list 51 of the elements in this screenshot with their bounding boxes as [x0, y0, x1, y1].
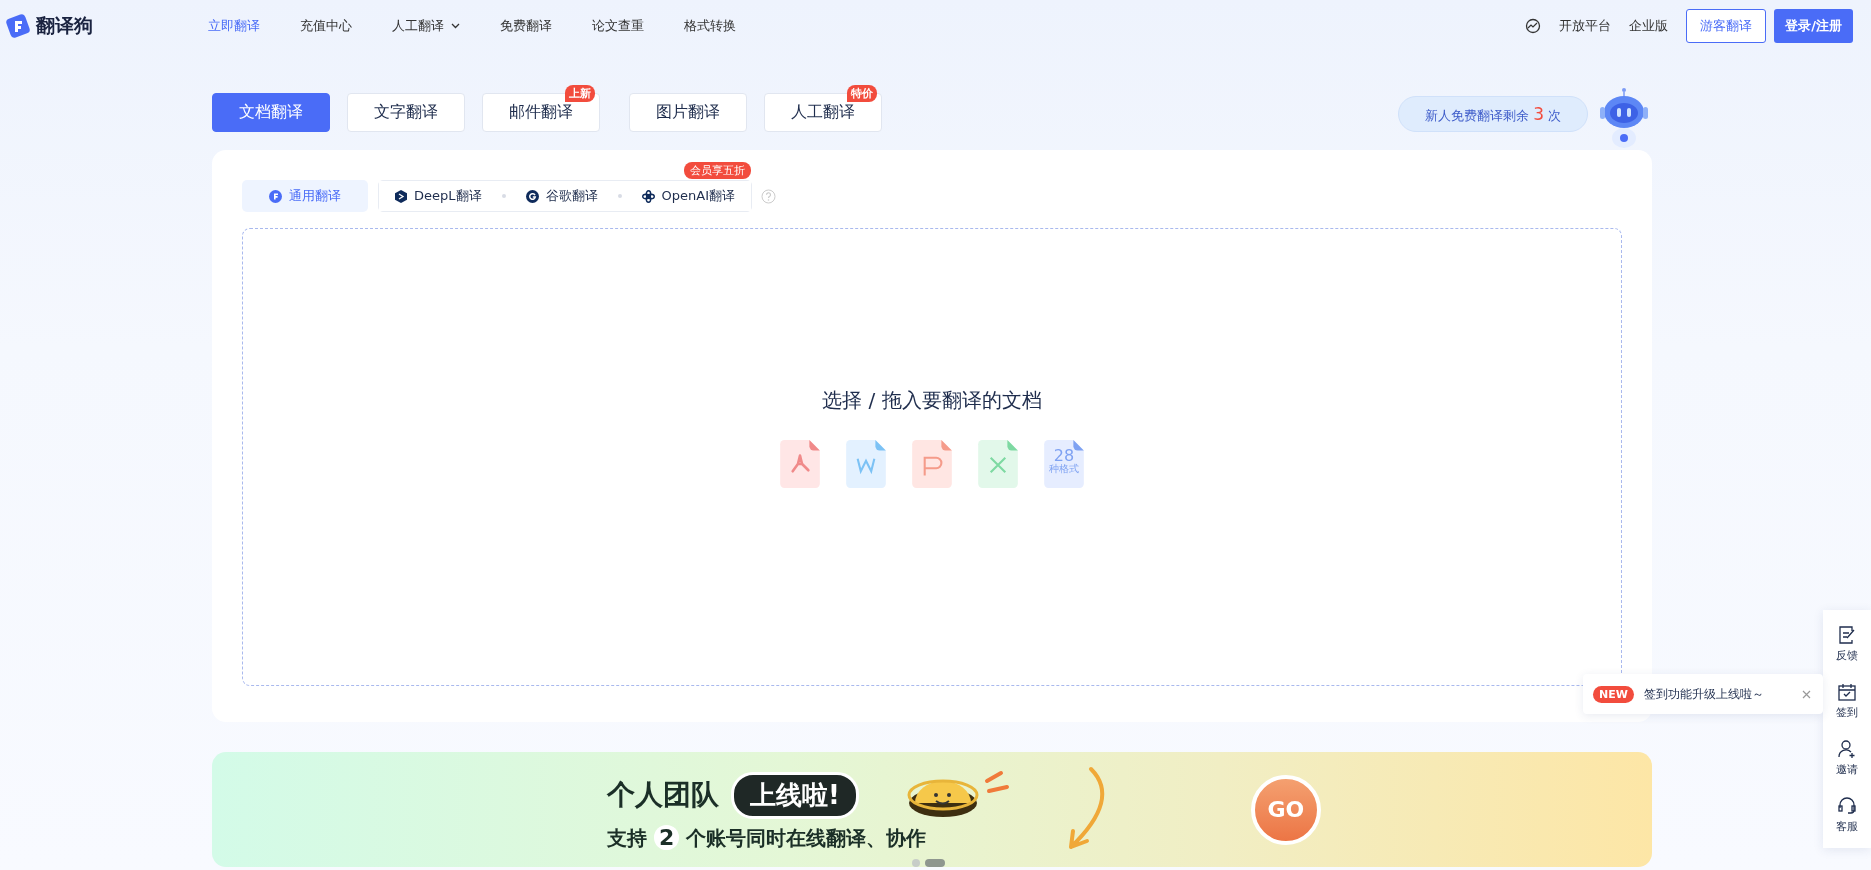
pdf-file-icon — [780, 439, 820, 488]
nav-link[interactable]: 企业版 — [1629, 17, 1669, 35]
tab-badge: 特价 — [847, 85, 877, 102]
side-tool-button[interactable]: 客服 — [1823, 786, 1871, 843]
tab-badge: 上新 — [565, 85, 595, 102]
add-user-icon — [1837, 738, 1857, 759]
tab[interactable]: 文字翻译 — [347, 93, 465, 132]
word-file-icon — [846, 439, 886, 488]
nav-link[interactable]: 免费翻译 — [500, 17, 552, 35]
logo-icon — [269, 189, 282, 203]
nav-link[interactable]: 格式转换 — [684, 17, 736, 35]
side-tool-button[interactable]: 反馈 — [1823, 615, 1871, 672]
tab[interactable]: 文档翻译 — [212, 93, 330, 132]
close-icon[interactable] — [1802, 689, 1811, 699]
g-letter-icon — [525, 189, 539, 203]
tab[interactable]: 图片翻译 — [629, 93, 747, 132]
promo-banner[interactable]: 个人团队 上线啦! 支持 2 个账号同时在线翻译、协作 GO — [212, 752, 1652, 867]
edit-note-icon — [1837, 624, 1857, 645]
carousel-dot[interactable] — [912, 859, 920, 867]
nav-link[interactable]: 论文查重 — [592, 17, 644, 35]
quota-text: 新人免费翻译剩余 3 次 — [1425, 103, 1561, 125]
headset-icon — [1837, 795, 1857, 816]
side-tool-button[interactable]: 签到 — [1823, 672, 1871, 729]
file-drop-zone[interactable]: 选择 / 拖入要翻译的文档 28 种格式 — [242, 228, 1622, 686]
help-icon[interactable] — [760, 188, 776, 204]
nav-link[interactable]: 人工翻译 — [392, 17, 460, 35]
logo-text[interactable]: 翻译狗 — [36, 13, 93, 39]
hexagon-icon — [395, 189, 407, 203]
format-count: 28 — [1053, 447, 1075, 465]
banner-subtitle: 支持 2 个账号同时在线翻译、协作 — [607, 825, 928, 852]
file-icon — [1044, 439, 1084, 488]
ppt-file-icon — [912, 439, 952, 488]
banner-headline: 个人团队 — [607, 777, 719, 813]
new-badge: NEW — [1593, 685, 1634, 703]
flower-knot-icon — [641, 189, 655, 203]
nav-link[interactable]: 充值中心 — [300, 17, 352, 35]
guest-translate-button[interactable]: 游客翻译 — [1686, 9, 1767, 43]
nav-link[interactable]: 开放平台 — [1559, 17, 1612, 35]
login-button[interactable]: 登录/注册 — [1774, 9, 1853, 43]
engine-tab[interactable]: 通用翻译 — [242, 180, 368, 212]
excel-file-icon — [978, 439, 1018, 488]
nav-link[interactable]: 立即翻译 — [208, 17, 260, 35]
side-tool-button[interactable]: 邀请 — [1823, 729, 1871, 786]
toast-text: 签到功能升级上线啦～ — [1643, 685, 1765, 703]
calendar-check-icon — [1837, 681, 1857, 702]
banner-tag: 上线啦! — [731, 771, 859, 819]
chevron-down-icon — [451, 23, 460, 29]
discount-badge: 会员享五折 — [683, 162, 751, 179]
drop-zone-title: 选择 / 拖入要翻译的文档 — [822, 386, 1042, 414]
format-caption: 种格式 — [1049, 464, 1079, 475]
logo-icon — [5, 13, 31, 39]
